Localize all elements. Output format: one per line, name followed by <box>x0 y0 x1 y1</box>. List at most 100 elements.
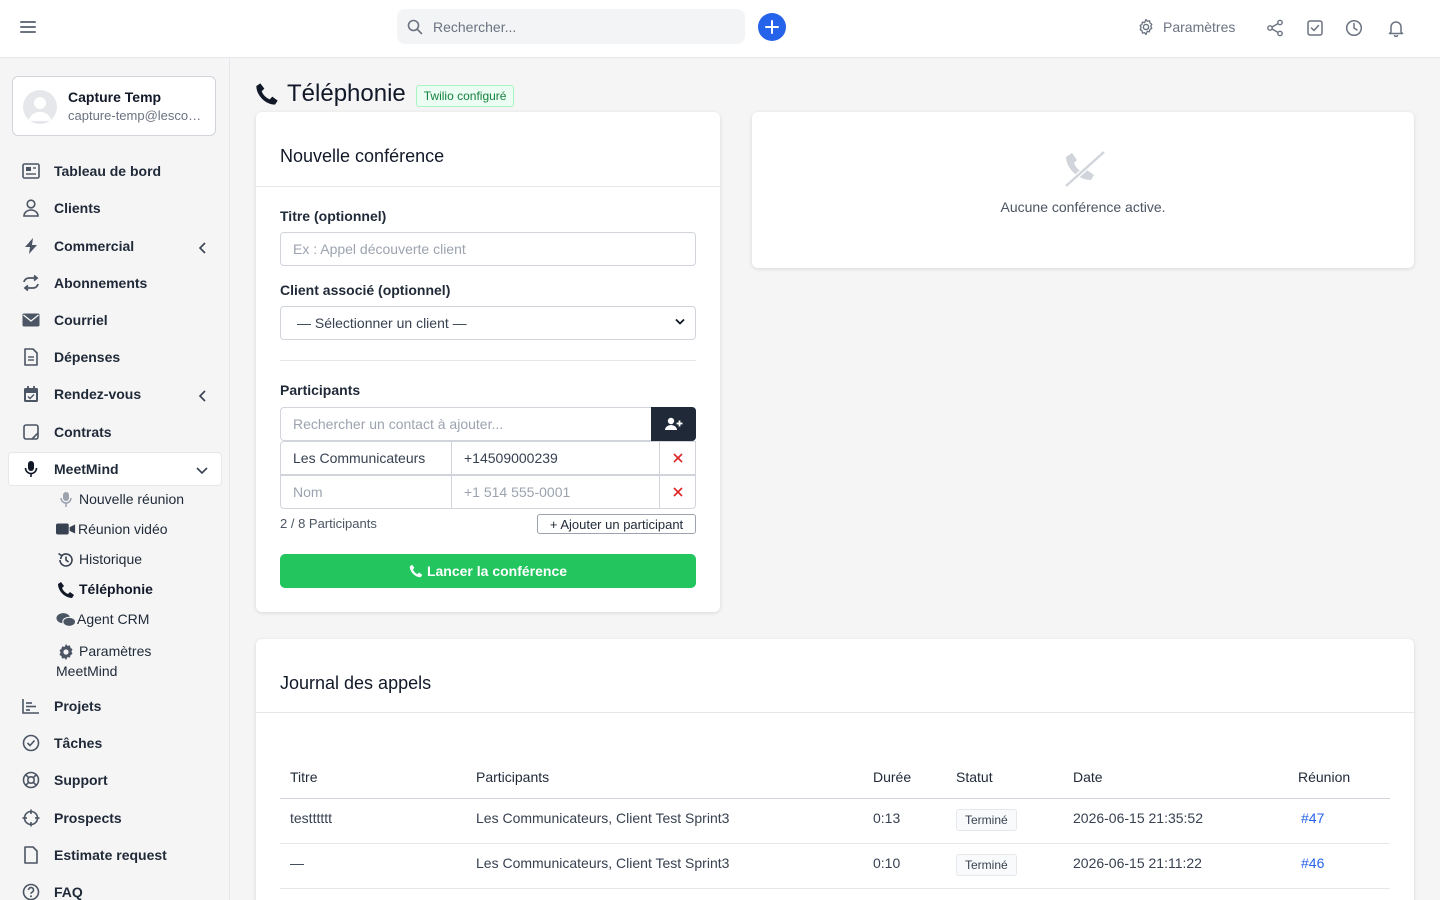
clock-icon[interactable] <box>1345 19 1363 37</box>
chevron-down-icon <box>675 318 685 325</box>
add-participant-button[interactable]: + Ajouter un participant <box>537 514 696 534</box>
phone-icon <box>409 564 423 578</box>
top-bar: Paramètres <box>0 0 1440 58</box>
sidebar-item-subscriptions[interactable]: Abonnements <box>20 271 147 295</box>
column-header[interactable]: Titre <box>290 769 317 785</box>
divider <box>256 712 1414 713</box>
meeting-link[interactable]: #46 <box>1301 855 1324 871</box>
user-name: Capture Temp <box>68 89 162 105</box>
sidebar-item-label: Clients <box>54 200 101 216</box>
remove-participant-button[interactable] <box>659 441 696 475</box>
chevron-down-icon[interactable] <box>196 466 208 476</box>
sidebar-item-projects[interactable]: Projets <box>20 694 101 718</box>
sidebar-subitem-new-meeting[interactable]: Nouvelle réunion <box>56 491 184 508</box>
quick-add-button[interactable] <box>758 13 786 41</box>
settings-link[interactable]: Paramètres <box>1137 18 1235 36</box>
sidebar: Capture Temp capture-temp@lescommunicate… <box>0 58 230 900</box>
user-plus-icon <box>664 417 682 430</box>
sidebar-item-appointments[interactable]: Rendez-vous <box>20 382 141 406</box>
sidebar-item-label: Contrats <box>54 424 112 440</box>
subitem-label: Agent CRM <box>77 611 150 627</box>
sidebar-item-estimate-request[interactable]: Estimate request <box>20 843 167 867</box>
contact-search-input[interactable] <box>280 407 652 441</box>
sidebar-item-email[interactable]: Courriel <box>20 308 108 332</box>
participant-spacer <box>602 475 660 509</box>
status-badge: Terminé <box>956 854 1017 876</box>
chevron-left-icon[interactable] <box>198 390 208 402</box>
participant-phone-field[interactable]: +1 514 555-0001 <box>451 475 603 509</box>
sidebar-item-clients[interactable]: Clients <box>20 196 101 220</box>
sidebar-subitem-telephony[interactable]: Téléphonie <box>56 581 153 599</box>
sidebar-item-support[interactable]: Support <box>20 768 108 792</box>
sidebar-item-prospects[interactable]: Prospects <box>20 806 122 830</box>
sidebar-item-expenses[interactable]: Dépenses <box>20 345 120 369</box>
bell-icon[interactable] <box>1387 19 1405 37</box>
client-select-value: — Sélectionner un client — <box>297 315 467 331</box>
participant-name-field[interactable]: Les Communicateurs <box>280 441 452 475</box>
status-badge: Terminé <box>956 809 1017 831</box>
participant-name-field[interactable]: Nom <box>280 475 452 509</box>
participant-count: 2 / 8 Participants <box>280 516 377 531</box>
gear-icon <box>1139 18 1153 36</box>
cell-date: 2026-06-15 21:35:52 <box>1073 810 1203 826</box>
video-icon <box>56 523 76 535</box>
chart-icon <box>22 699 39 714</box>
sidebar-item-label: Courriel <box>54 312 108 328</box>
client-select[interactable]: — Sélectionner un client — <box>280 306 696 340</box>
sidebar-subitem-meetmind-settings[interactable]: Paramètres MeetMind <box>56 641 151 681</box>
search-bar[interactable] <box>397 9 745 44</box>
sidebar-item-label: Tableau de bord <box>54 163 162 179</box>
subitem-label: Réunion vidéo <box>78 521 168 537</box>
settings-label: Paramètres <box>1163 19 1236 35</box>
sidebar-item-label: Rendez-vous <box>54 386 142 402</box>
new-conference-card: Nouvelle conférence Titre (optionnel) Cl… <box>256 112 720 612</box>
card-heading: Nouvelle conférence <box>280 146 445 166</box>
search-input[interactable] <box>433 18 713 35</box>
subitem-label: Historique <box>79 551 143 567</box>
participant-phone-field[interactable]: +14509000239 <box>451 441 603 475</box>
user-card[interactable]: Capture Temp capture-temp@lescommunicate… <box>12 76 216 136</box>
sidebar-subitem-history[interactable]: Historique <box>56 551 142 569</box>
sidebar-item-tasks[interactable]: Tâches <box>20 731 102 755</box>
card-heading: Journal des appels <box>280 673 432 693</box>
sidebar-item-label: Estimate request <box>54 847 167 863</box>
remove-participant-button[interactable] <box>659 475 696 509</box>
sidebar-item-meetmind[interactable]: MeetMind <box>20 457 119 481</box>
column-header[interactable]: Réunion <box>1298 769 1350 785</box>
gear-icon <box>59 644 73 661</box>
add-contact-button[interactable] <box>651 407 696 441</box>
participant-spacer <box>602 441 660 475</box>
sidebar-item-faq[interactable]: FAQ <box>20 880 83 900</box>
question-icon <box>22 883 40 900</box>
subitem-label-line2: MeetMind <box>56 663 118 680</box>
sidebar-subitem-video-meeting[interactable]: Réunion vidéo <box>56 521 168 537</box>
launch-label: Lancer la conférence <box>426 563 568 579</box>
sidebar-item-label: Support <box>54 772 108 788</box>
phone-slash-icon <box>1064 150 1106 188</box>
page-title: Téléphonie <box>287 80 406 107</box>
sidebar-subitem-agent-crm[interactable]: Agent CRM <box>56 611 149 629</box>
conference-title-input[interactable] <box>280 232 696 266</box>
sidebar-item-label: Prospects <box>54 810 122 826</box>
column-header[interactable]: Participants <box>476 769 549 785</box>
crosshair-icon <box>22 809 40 827</box>
sidebar-item-contracts[interactable]: Contrats <box>20 420 112 444</box>
subitem-label: Téléphonie <box>79 581 153 597</box>
menu-icon[interactable] <box>20 21 36 35</box>
share-icon[interactable] <box>1266 19 1284 37</box>
launch-conference-button[interactable]: Lancer la conférence <box>280 554 696 588</box>
sidebar-item-label: Abonnements <box>54 275 148 291</box>
title-label: Titre (optionnel) <box>280 208 387 224</box>
chevron-left-icon[interactable] <box>198 242 208 254</box>
microphone-icon <box>24 461 38 477</box>
column-header[interactable]: Date <box>1073 769 1103 785</box>
avatar <box>23 90 57 124</box>
divider <box>280 843 1390 844</box>
sidebar-item-commercial[interactable]: Commercial <box>20 234 134 258</box>
meeting-link[interactable]: #47 <box>1301 810 1324 826</box>
calendar-icon <box>24 386 38 402</box>
sidebar-item-dashboard[interactable]: Tableau de bord <box>20 159 161 183</box>
checkbox-icon[interactable] <box>1306 19 1324 37</box>
column-header[interactable]: Statut <box>956 769 993 785</box>
column-header[interactable]: Durée <box>873 769 911 785</box>
